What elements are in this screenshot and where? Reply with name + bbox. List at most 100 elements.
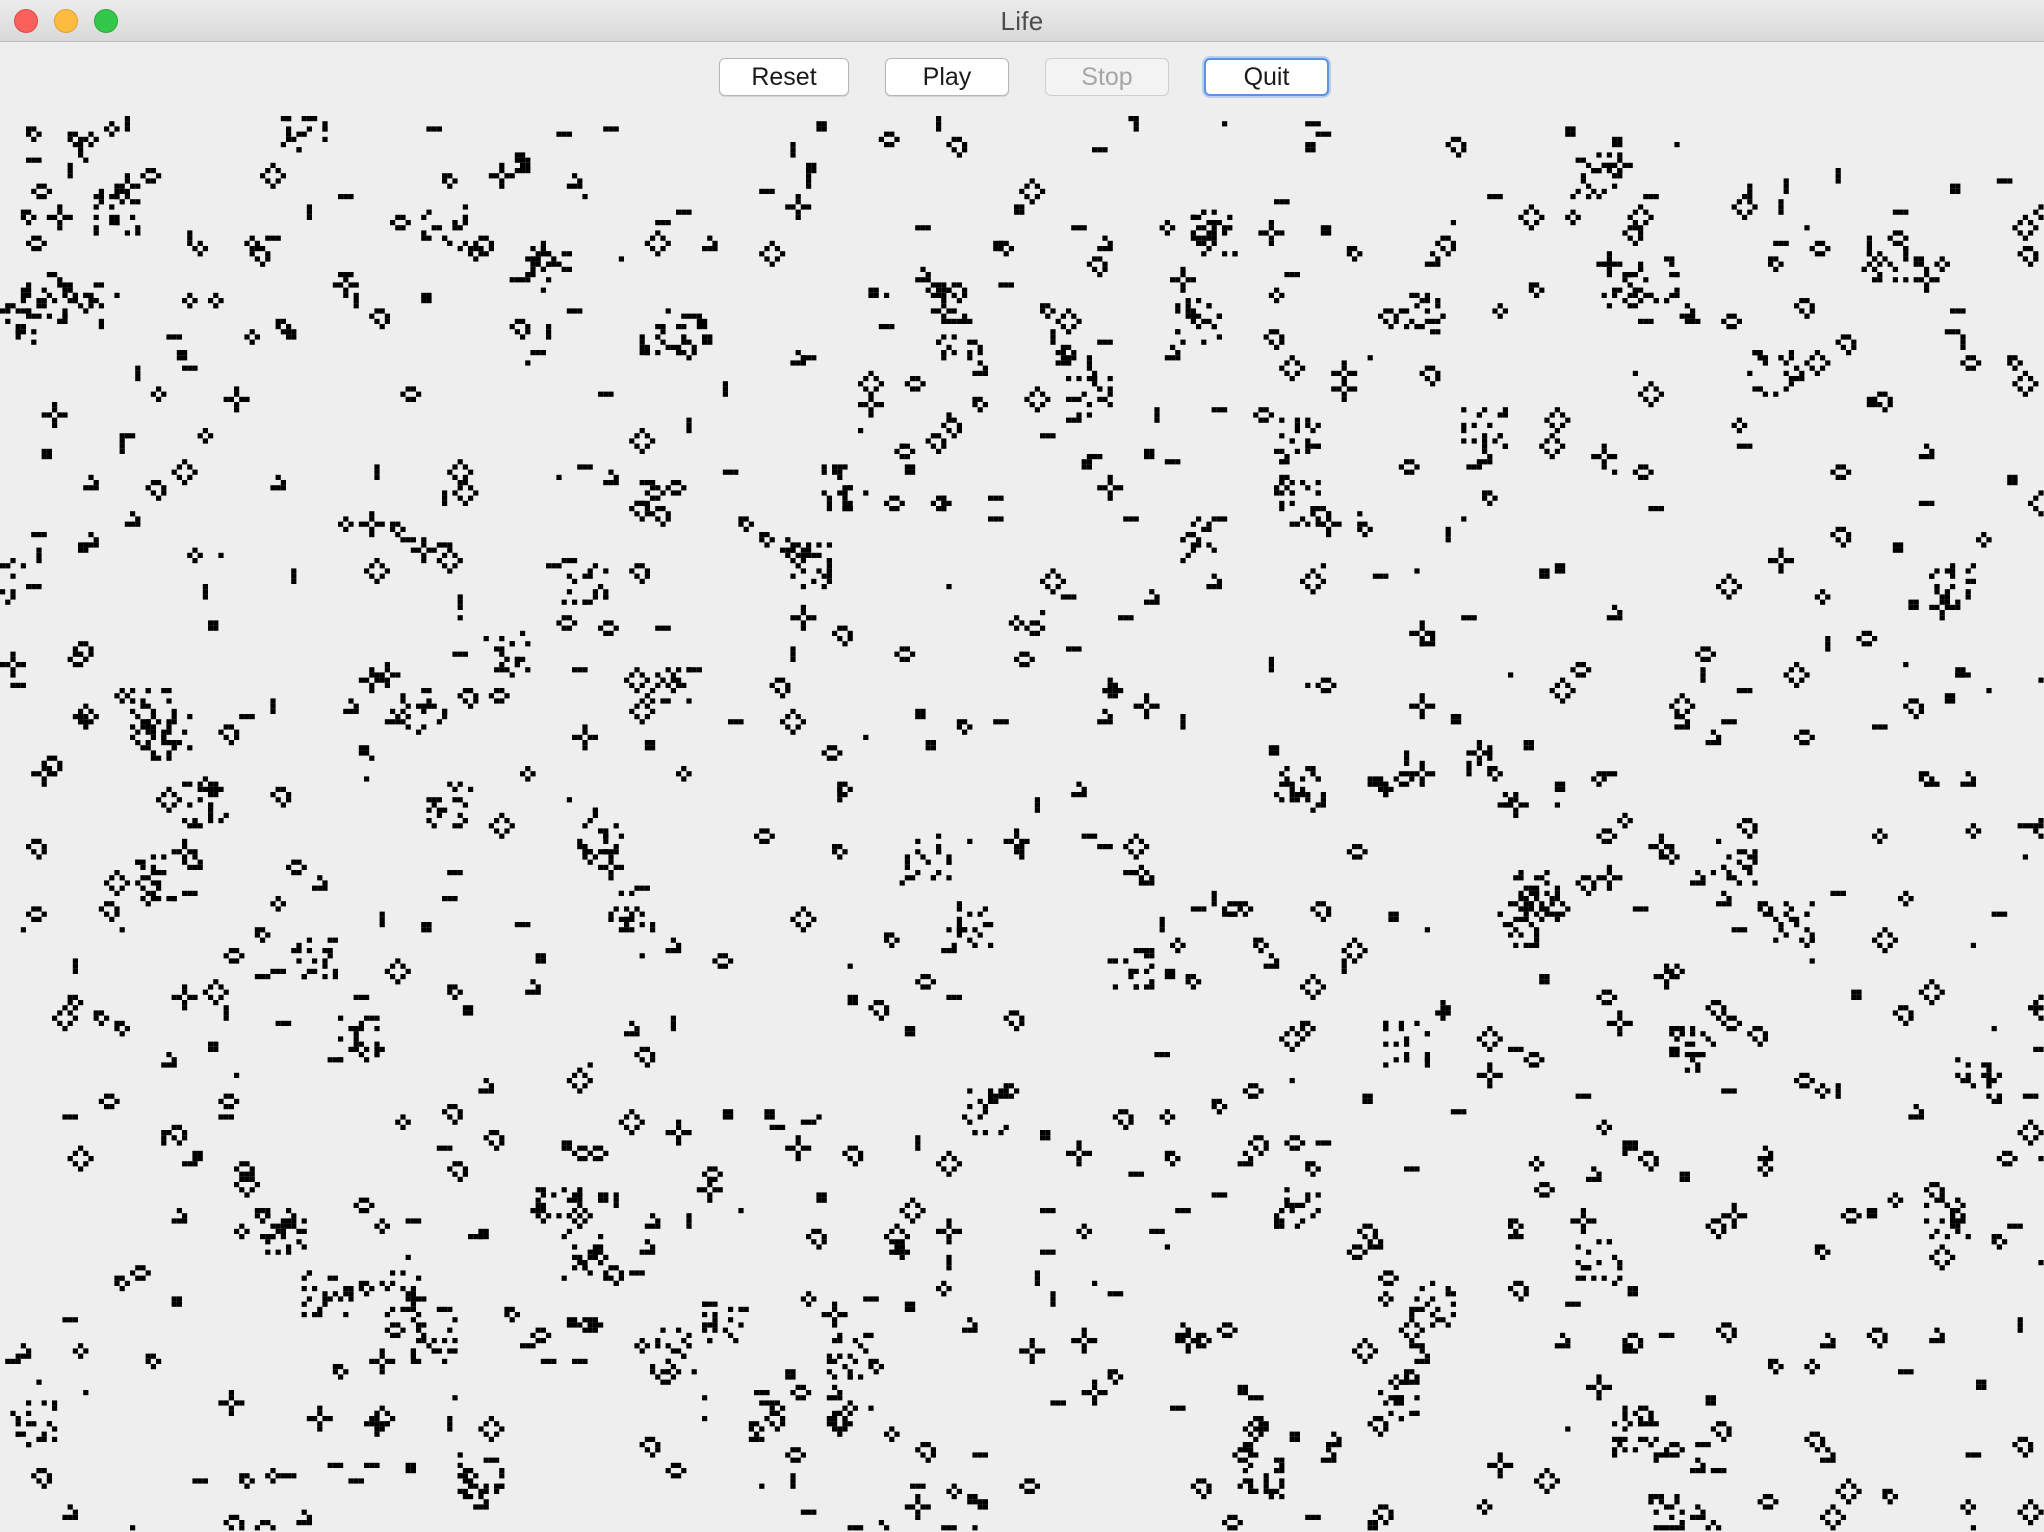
live-cell (1107, 495, 1113, 501)
live-cell (130, 433, 136, 439)
live-cell (826, 568, 832, 574)
live-cell (1638, 906, 1644, 912)
live-cell (353, 303, 359, 309)
live-cell (962, 292, 968, 298)
live-cell (644, 693, 650, 699)
live-cell (1206, 584, 1212, 590)
live-cell (182, 355, 188, 361)
live-cell (1487, 766, 1493, 772)
live-cell (1445, 235, 1451, 241)
live-cell (509, 1306, 515, 1312)
live-cell (1008, 1093, 1014, 1099)
live-cell (535, 989, 541, 995)
live-cell (301, 864, 307, 870)
live-cell (977, 1098, 983, 1104)
live-cell (182, 859, 188, 865)
live-cell (275, 324, 281, 330)
live-cell (1320, 563, 1326, 569)
live-cell (1700, 1052, 1706, 1058)
live-cell (728, 469, 734, 475)
live-cell (41, 183, 47, 189)
live-cell (1939, 594, 1945, 600)
live-cell (343, 708, 349, 714)
live-cell (1014, 615, 1020, 621)
live-cell (1612, 1452, 1618, 1458)
live-cell (67, 214, 73, 220)
live-cell (1877, 1327, 1883, 1333)
live-cell (1144, 454, 1150, 460)
live-cell (72, 1015, 78, 1021)
live-cell (816, 1228, 822, 1234)
live-cell (1450, 220, 1456, 226)
live-cell (431, 1338, 437, 1344)
live-cell (1430, 1312, 1436, 1318)
live-cell (1268, 953, 1274, 959)
live-cell (1513, 792, 1519, 798)
live-cell (140, 1275, 146, 1281)
live-cell (182, 365, 188, 371)
live-cell (1872, 636, 1878, 642)
live-cell (1799, 1072, 1805, 1078)
live-cell (764, 532, 770, 538)
live-cell (540, 1327, 546, 1333)
play-button[interactable]: Play (885, 58, 1009, 96)
live-cell (1222, 516, 1228, 522)
live-cell (254, 240, 260, 246)
live-cell (343, 1369, 349, 1375)
live-cell (1008, 1020, 1014, 1026)
live-cell (1653, 1436, 1659, 1442)
live-cell (1258, 1431, 1264, 1437)
live-cell (1211, 1104, 1217, 1110)
live-cell (286, 126, 292, 132)
live-cell (1731, 1208, 1737, 1214)
live-cell (1846, 532, 1852, 538)
live-cell (1409, 776, 1415, 782)
live-cell (1097, 339, 1103, 345)
life-grid[interactable] (0, 116, 2044, 1532)
live-cell (1196, 214, 1202, 220)
reset-button[interactable]: Reset (719, 58, 849, 96)
live-cell (1679, 313, 1685, 319)
live-cell (1326, 911, 1332, 917)
live-cell (676, 1327, 682, 1333)
live-cell (1393, 1041, 1399, 1047)
live-cell (681, 776, 687, 782)
live-cell (1658, 1332, 1664, 1338)
live-cell (1612, 833, 1618, 839)
live-cell (1180, 1208, 1186, 1214)
live-cell (192, 469, 198, 475)
live-cell (1939, 610, 1945, 616)
live-cell (1107, 719, 1113, 725)
live-cell (1185, 277, 1191, 283)
live-cell (1549, 1473, 1555, 1479)
live-cell (1716, 1468, 1722, 1474)
live-cell (1206, 526, 1212, 532)
quit-button[interactable]: Quit (1204, 58, 1329, 96)
live-cell (36, 1478, 42, 1484)
live-cell (676, 1473, 682, 1479)
live-cell (1346, 246, 1352, 252)
live-cell (811, 1119, 817, 1125)
live-cell (1258, 1150, 1264, 1156)
live-cell (1632, 287, 1638, 293)
life-grid-area[interactable] (0, 116, 2044, 1532)
live-cell (660, 339, 666, 345)
live-cell (1799, 677, 1805, 683)
live-cell (462, 464, 468, 470)
live-cell (83, 656, 89, 662)
live-cell (1913, 698, 1919, 704)
live-cell (1482, 1509, 1488, 1515)
live-cell (800, 360, 806, 366)
live-cell (525, 1343, 531, 1349)
live-cell (842, 1426, 848, 1432)
live-cell (1528, 885, 1534, 891)
live-cell (1534, 220, 1540, 226)
live-cell (1523, 745, 1529, 751)
live-cell (1024, 194, 1030, 200)
live-cell (982, 1504, 988, 1510)
live-cell (1710, 1400, 1716, 1406)
live-cell (748, 521, 754, 527)
live-cell (93, 1015, 99, 1021)
live-cell (457, 1114, 463, 1120)
live-cell (930, 979, 936, 985)
